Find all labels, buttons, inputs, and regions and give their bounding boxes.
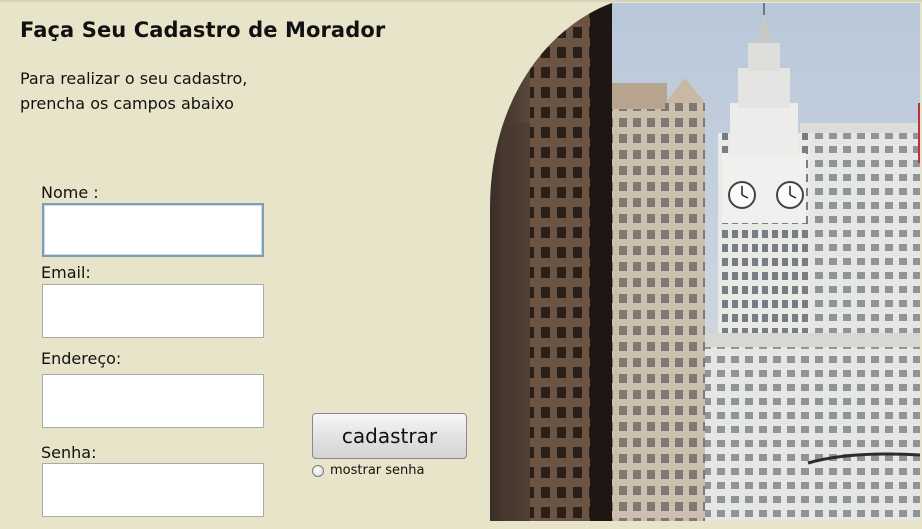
city-building-photo [490, 3, 920, 521]
window-top-edge [0, 0, 922, 2]
email-input[interactable] [42, 284, 264, 338]
name-label: Nome : [41, 183, 99, 202]
subtitle-line-2: prencha os campos abaixo [20, 94, 234, 113]
subtitle-line-1: Para realizar o seu cadastro, [20, 69, 248, 88]
page-title: Faça Seu Cadastro de Morador [20, 18, 386, 42]
name-input[interactable] [42, 203, 264, 257]
password-label: Senha: [41, 443, 97, 462]
email-label: Email: [41, 263, 91, 282]
password-input[interactable] [42, 463, 264, 517]
show-password-radio[interactable] [312, 464, 324, 477]
page-subtitle: Para realizar o seu cadastro, prencha os… [20, 66, 280, 116]
address-label: Endereço: [41, 349, 122, 368]
cadastrar-button[interactable]: cadastrar [312, 413, 467, 459]
show-password-label: mostrar senha [330, 463, 425, 478]
show-password-option[interactable]: mostrar senha [312, 463, 425, 478]
cadastrar-button-label: cadastrar [341, 424, 438, 448]
address-input[interactable] [42, 374, 264, 428]
